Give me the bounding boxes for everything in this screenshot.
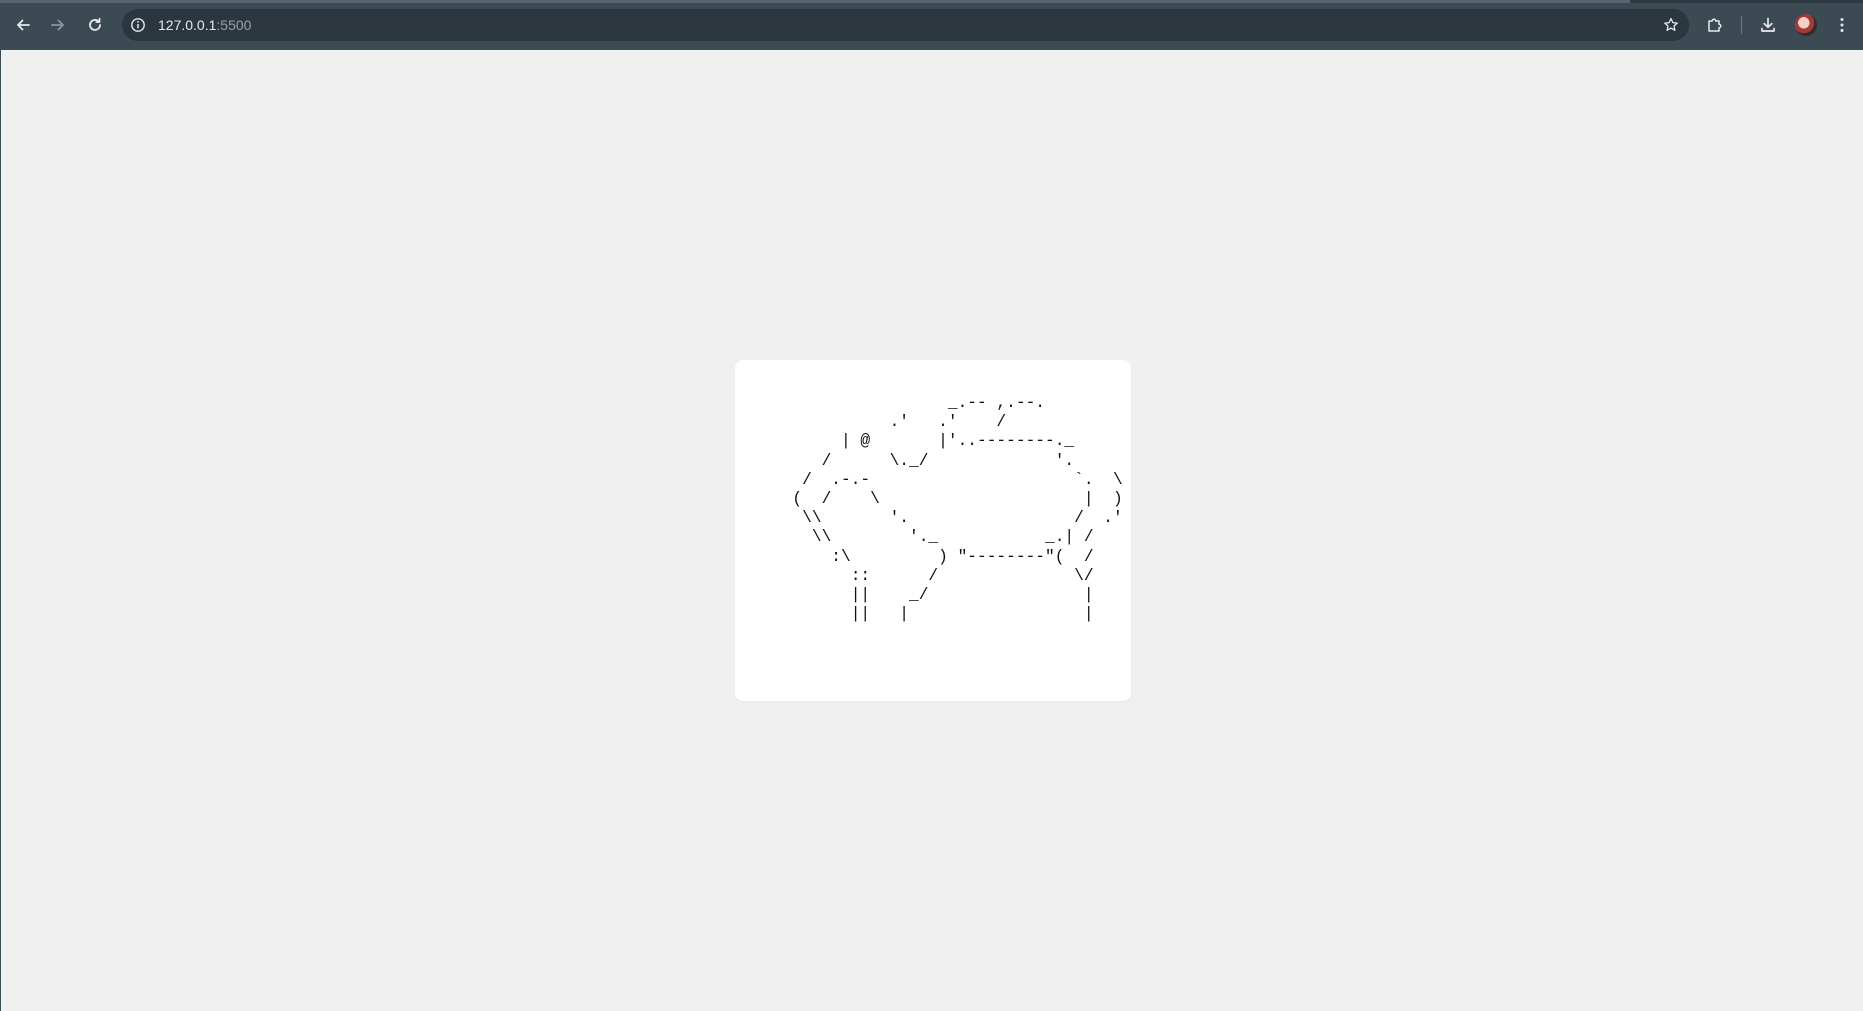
ascii-art-card: _.-- ,.--. .' .' / | @ |'..--------._ / …: [735, 360, 1131, 701]
avatar[interactable]: [1795, 14, 1817, 36]
star-icon[interactable]: [1663, 17, 1679, 33]
toolbar-divider: [1741, 16, 1742, 34]
browser-toolbar: 127.0.0.1:5500: [0, 0, 1863, 50]
reload-button[interactable]: [82, 12, 108, 38]
active-tab-indicator[interactable]: [0, 0, 1630, 3]
downloads-button[interactable]: [1757, 14, 1779, 36]
forward-button[interactable]: [45, 12, 71, 38]
address-bar[interactable]: 127.0.0.1:5500: [122, 9, 1689, 41]
tab-strip: [0, 0, 1863, 3]
extensions-button[interactable]: [1704, 14, 1726, 36]
info-icon[interactable]: [130, 17, 146, 33]
puzzle-icon: [1708, 18, 1722, 32]
download-icon: [1761, 17, 1775, 32]
arrow-left-icon: [17, 19, 30, 31]
kebab-menu-icon: [1840, 18, 1844, 32]
browser-menu-button[interactable]: [1831, 14, 1853, 36]
back-button[interactable]: [10, 12, 36, 38]
url-text[interactable]: 127.0.0.1:5500: [158, 17, 251, 33]
ascii-art: _.-- ,.--. .' .' / | @ |'..--------._ / …: [792, 394, 1123, 624]
reload-icon: [89, 17, 101, 31]
page-viewport: _.-- ,.--. .' .' / | @ |'..--------._ / …: [0, 50, 1863, 1011]
url-host: 127.0.0.1: [158, 17, 217, 33]
url-port: :5500: [216, 17, 252, 33]
arrow-right-icon: [51, 19, 64, 31]
